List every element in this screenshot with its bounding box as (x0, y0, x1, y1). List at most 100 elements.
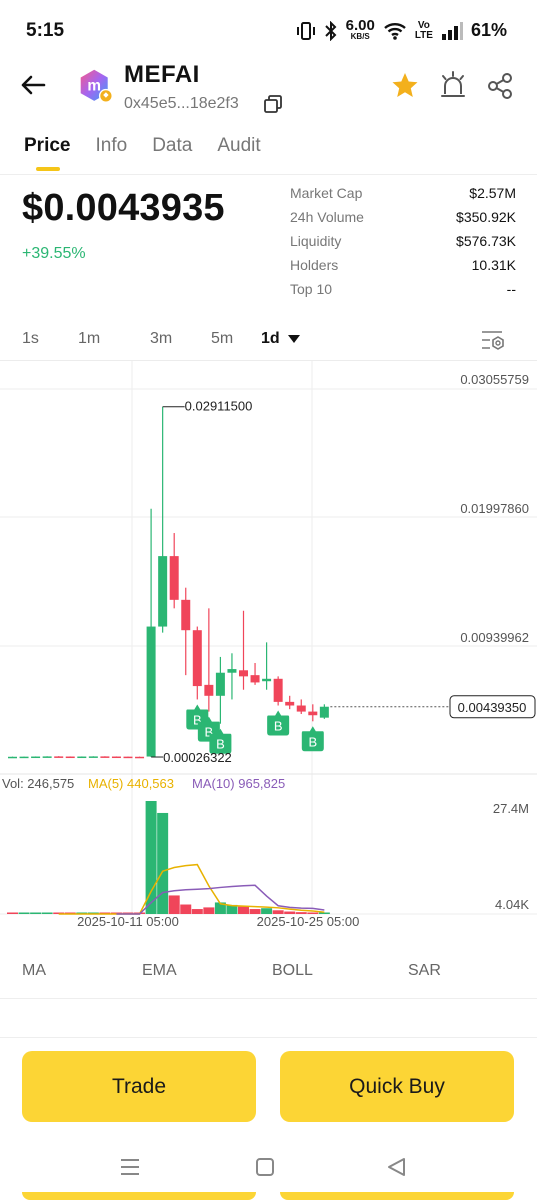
candle (8, 756, 17, 759)
volume-bars-group (7, 801, 330, 914)
candle (308, 704, 318, 722)
volume-bar (41, 912, 53, 914)
candle (31, 756, 41, 759)
volume-bar (7, 912, 18, 914)
candle (273, 676, 283, 706)
candle-body (181, 599, 191, 631)
candle-body (215, 672, 225, 696)
candle-body (250, 675, 260, 683)
token-logo-icon: m (80, 69, 113, 103)
interval-1s[interactable]: 1s (22, 330, 78, 348)
bottom-panel-divider (0, 1037, 537, 1038)
candle-body (77, 756, 87, 759)
candle-body (88, 756, 98, 758)
price-axis-label-top: 0.03055759 (460, 372, 529, 387)
candle (77, 756, 87, 759)
indicator-tab-ema[interactable]: EMA (142, 962, 177, 980)
candle (227, 653, 237, 700)
volume-bar (18, 912, 30, 914)
candle (192, 626, 202, 700)
quick-buy-button[interactable]: Quick Buy (280, 1051, 514, 1122)
price-chart[interactable]: 0.03055759 0.01997860 0.00939962 BBBBB 0… (0, 361, 537, 941)
indicator-tab-sar[interactable]: SAR (408, 962, 441, 980)
candle (88, 756, 98, 758)
candles-group (8, 406, 329, 759)
high-annotation-label: 0.02911500 (185, 399, 253, 414)
volume-bar (203, 907, 215, 914)
candle (239, 610, 248, 690)
quick-buy-button-peek (280, 1192, 514, 1200)
indicator-tab-boll[interactable]: BOLL (272, 962, 313, 980)
candle (146, 508, 156, 758)
stat-top-10: Top 10 -- (290, 281, 516, 297)
back-arrow-icon[interactable] (18, 70, 48, 100)
candle-body (19, 756, 29, 759)
tab-price[interactable]: Price (24, 135, 70, 171)
back-nav-icon[interactable] (388, 1158, 405, 1176)
detail-tabs: Price Info Data Audit (24, 135, 261, 171)
copy-icon[interactable] (263, 94, 283, 114)
signal-icon (441, 21, 463, 40)
volume-legend-ma10: MA(10) 965,825 (192, 776, 285, 791)
volte-indicator: Vo LTE (414, 19, 433, 41)
star-icon[interactable] (390, 70, 420, 102)
indicator-settings-icon[interactable] (480, 328, 506, 352)
interval-3m[interactable]: 3m (150, 330, 211, 348)
vibrate-icon (296, 21, 315, 40)
candle (296, 699, 306, 715)
candle-body (100, 756, 110, 758)
status-time: 5:15 (26, 20, 65, 41)
candle (42, 756, 52, 758)
wifi-icon (384, 22, 406, 40)
interval-1m[interactable]: 1m (78, 330, 150, 348)
indicator-divider (0, 998, 537, 999)
current-price-marker: 0.00439350 (330, 695, 536, 719)
volume-bar (145, 801, 157, 914)
recent-apps-icon[interactable] (121, 1159, 139, 1175)
status-bar: 5:15 6.00 KB/S Vo LTE 61% (0, 0, 537, 60)
candle-body (192, 630, 202, 687)
token-stats: Market Cap $2.57M 24h Volume $350.92K Liqu… (290, 185, 516, 305)
high-annotation: 0.02911500 (162, 399, 253, 414)
volume-axis-label-bottom: 4.04K (495, 897, 529, 912)
stat-holders: Holders 10.31K (290, 257, 516, 273)
interval-5m[interactable]: 5m (211, 330, 261, 348)
share-icon[interactable] (485, 70, 515, 102)
candle-body (169, 556, 179, 600)
home-icon[interactable] (256, 1158, 274, 1176)
tab-data[interactable]: Data (152, 135, 192, 171)
price-axis-label-low: 0.00939962 (460, 630, 529, 645)
interval-1d-dropdown[interactable]: 1d (261, 330, 300, 348)
candle-body (146, 626, 156, 757)
candle-body (308, 711, 318, 716)
tab-audit[interactable]: Audit (217, 135, 260, 171)
candle-body (273, 678, 283, 702)
candle (181, 587, 191, 676)
alert-bell-icon[interactable] (438, 70, 468, 102)
trade-button[interactable]: Trade (22, 1051, 256, 1122)
x-axis-label-end: 2025-10-25 05:00 (257, 914, 360, 929)
volume-bar (30, 912, 42, 914)
candle (111, 756, 121, 759)
indicator-tab-ma[interactable]: MA (22, 962, 46, 980)
volume-bar (168, 895, 180, 914)
system-nav-bar (121, 1158, 405, 1176)
buy-markers-group: BBBBB (186, 704, 324, 754)
volume-bar (157, 812, 169, 914)
candle-body (42, 756, 52, 758)
tabs-divider (0, 174, 537, 175)
candle-body (8, 756, 17, 759)
candle-body (204, 684, 214, 696)
status-icons: 6.00 KB/S Vo LTE 61% (296, 18, 507, 42)
volume-legend-vol: Vol: 246,575 (2, 776, 74, 791)
candle-body (123, 756, 133, 759)
candle (100, 756, 110, 758)
low-annotation: 0.00026322 (151, 750, 232, 765)
battery-level: 61% (470, 20, 507, 40)
buy-marker-label: B (274, 719, 283, 734)
tab-info[interactable]: Info (95, 135, 127, 171)
candle-body (319, 706, 329, 718)
candle (285, 695, 295, 710)
candle-body (135, 756, 145, 759)
stat-liquidity: Liquidity $576.73K (290, 233, 516, 249)
